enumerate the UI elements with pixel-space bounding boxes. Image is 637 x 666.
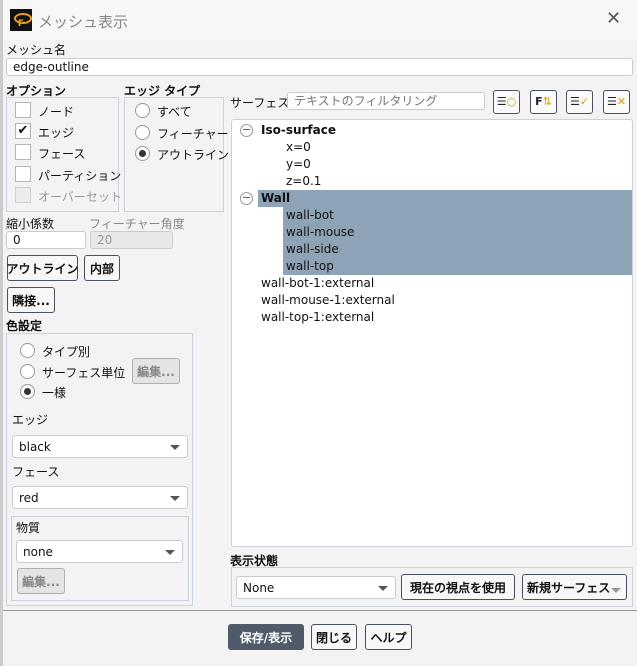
color-settings-label: 色設定 xyxy=(6,319,43,333)
new-surface-button[interactable]: 新規サーフェス xyxy=(522,574,627,600)
feature-angle-label: フィーチャー角度 xyxy=(89,217,185,231)
tree-item[interactable]: wall-top-1:external xyxy=(261,309,374,326)
tree-item[interactable]: wall-bot xyxy=(283,207,632,224)
tree-item[interactable]: z=0.1 xyxy=(283,173,632,190)
interior-button[interactable]: 内部 xyxy=(84,255,120,281)
radio-color-1[interactable] xyxy=(20,363,35,379)
display-state-value: None xyxy=(243,580,275,595)
shrink-input[interactable]: 0 xyxy=(6,231,86,249)
radio-edge-type-2[interactable] xyxy=(135,146,150,161)
close-button[interactable]: 閉じる xyxy=(311,624,357,650)
app-logo-icon: F xyxy=(10,9,32,31)
tree-item[interactable]: wall-mouse-1:external xyxy=(261,292,395,309)
display-state-select[interactable]: None xyxy=(236,576,396,599)
face-color-value: red xyxy=(19,490,39,505)
surfaces-label: サーフェス xyxy=(230,96,290,110)
filter-circle-icon[interactable]: ☰○ xyxy=(493,90,520,114)
tree-item[interactable]: x=0 xyxy=(283,139,632,156)
close-icon[interactable]: ✕ xyxy=(606,8,621,29)
outline-button[interactable]: アウトライン xyxy=(7,255,79,281)
checkbox-label: パーティション xyxy=(38,168,122,183)
material-select[interactable]: none xyxy=(16,540,183,563)
radio-edge-type-1[interactable] xyxy=(135,124,150,140)
checkbox-1[interactable]: ✔ xyxy=(15,123,31,140)
tree-item[interactable]: wall-top xyxy=(283,258,632,275)
mesh-name-label: メッシュ名 xyxy=(6,43,67,57)
tree-item[interactable]: y=0 xyxy=(283,156,632,173)
radio-label: タイプ別 xyxy=(42,345,91,359)
radio-label: アウトライン xyxy=(157,148,230,162)
window-border xyxy=(0,40,3,666)
chevron-down-icon xyxy=(170,444,180,450)
edge-color-select[interactable]: black xyxy=(12,435,188,458)
checkbox-3[interactable] xyxy=(15,165,31,182)
face-color-label: フェース xyxy=(12,465,60,479)
material-value: none xyxy=(23,544,53,559)
surface-filter-input[interactable] xyxy=(287,92,485,110)
feature-angle-input: 20 xyxy=(90,231,173,249)
adjacency-button[interactable]: 隣接... xyxy=(7,287,55,313)
checkbox-label: フェース xyxy=(38,147,86,162)
checkbox-4 xyxy=(15,186,31,203)
window-title: メッシュ表示 xyxy=(38,13,129,31)
help-button[interactable]: ヘルプ xyxy=(365,624,412,650)
use-current-view-button[interactable]: 現在の視点を使用 xyxy=(401,574,515,600)
edge-color-value: black xyxy=(19,439,51,454)
chevron-down-icon xyxy=(165,549,175,555)
tree-item[interactable]: wall-bot-1:external xyxy=(261,275,374,292)
checkbox-label: ノード xyxy=(38,105,75,119)
checkbox-label: エッジ xyxy=(38,126,75,141)
material-edit-button[interactable]: 編集... xyxy=(17,568,65,594)
chevron-down-icon xyxy=(378,585,388,591)
deselect-all-icon[interactable]: ☰✕ xyxy=(603,90,630,114)
save-display-button[interactable]: 保存/表示 xyxy=(228,624,304,650)
mesh-name-input[interactable]: edge-outline xyxy=(6,58,633,76)
radio-label: 一様 xyxy=(42,386,67,400)
chevron-down-icon xyxy=(611,588,621,593)
tree-item[interactable]: wall-mouse xyxy=(283,224,632,241)
tree-item[interactable]: wall-side xyxy=(283,241,632,258)
chevron-down-icon xyxy=(170,495,180,501)
radio-color-2[interactable] xyxy=(20,384,35,399)
select-all-icon[interactable]: ☰✓ xyxy=(566,90,593,114)
filter-sort-icon[interactable]: F⇅ xyxy=(530,90,557,114)
checkbox-2[interactable] xyxy=(15,144,31,161)
face-color-select[interactable]: red xyxy=(12,486,188,509)
tree-group[interactable]: Wall xyxy=(258,190,632,207)
checkbox-label: オーバーセット xyxy=(38,189,122,204)
footer-divider xyxy=(3,610,637,611)
material-label: 物質 xyxy=(16,521,41,535)
radio-label: フィーチャー xyxy=(157,126,229,141)
radio-label: サーフェス単位 xyxy=(42,365,126,380)
color-edit-button[interactable]: 編集... xyxy=(132,358,180,384)
surface-tree[interactable]: − Iso-surface x=0 y=0 z=0.1− Wall wall-bot wall… xyxy=(231,119,633,547)
tree-group[interactable]: Iso-surface xyxy=(258,122,632,139)
shrink-label: 縮小係数 xyxy=(6,217,55,231)
radio-color-0[interactable] xyxy=(20,343,35,358)
radio-label: すべて xyxy=(157,105,192,119)
collapse-icon[interactable]: − xyxy=(240,124,253,137)
checkbox-0[interactable] xyxy=(15,102,31,118)
new-surface-label: 新規サーフェス xyxy=(527,580,611,595)
radio-edge-type-0[interactable] xyxy=(135,103,150,118)
edge-color-label: エッジ xyxy=(12,413,49,427)
collapse-icon[interactable]: − xyxy=(240,192,253,205)
